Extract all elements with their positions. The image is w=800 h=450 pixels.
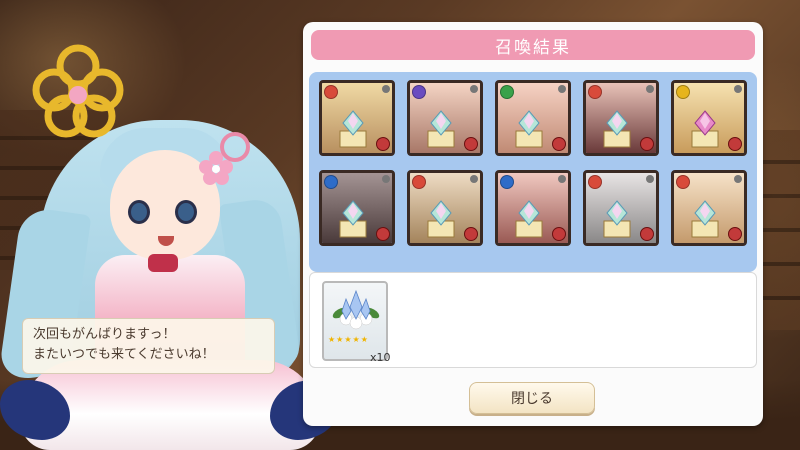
result-card[interactable] [583,170,659,246]
rainbow-crystal-box-icon [339,110,367,148]
result-card[interactable] [319,80,395,156]
info-dot-icon [558,175,566,183]
rainbow-crystal-box-icon [691,200,719,238]
class-icon [552,227,566,241]
fire-element-icon [412,175,426,189]
info-dot-icon [382,85,390,93]
dialogue-box: 次回もがんばりますっ！ またいつでも来てくださいね！ [22,318,275,374]
class-icon [728,137,742,151]
rainbow-crystal-box-icon [427,200,455,238]
info-dot-icon [470,175,478,183]
class-icon [464,227,478,241]
info-dot-icon [734,175,742,183]
wind-element-icon [500,85,514,99]
character-eye-left [128,200,150,224]
pink-crystal-box-icon [691,110,719,148]
character-eye-right [175,200,197,224]
rainbow-crystal-box-icon [603,110,631,148]
dialogue-line-1: 次回もがんばりますっ！ [33,327,176,342]
info-dot-icon [470,85,478,93]
fire-element-icon [324,85,338,99]
background-shelf-right [760,130,800,330]
sun-element-icon [676,85,690,99]
panel-title: 召喚結果 [311,30,755,60]
summon-result-panel: 召喚結果 ★★★★★ x10 閉じる [303,22,763,426]
rainbow-crystal-box-icon [515,200,543,238]
result-card[interactable] [495,170,571,246]
class-icon [464,137,478,151]
fire-element-icon [588,175,602,189]
class-icon [640,227,654,241]
fire-element-icon [676,175,690,189]
item-rewards-box: ★★★★★ x10 [309,272,757,368]
rainbow-crystal-box-icon [603,200,631,238]
info-dot-icon [646,85,654,93]
info-dot-icon [734,85,742,93]
item-reward-card[interactable]: ★★★★★ x10 [322,281,391,364]
result-card[interactable] [671,170,747,246]
hair-ribbon-icon [220,132,250,162]
item-count: x10 [370,351,391,364]
info-dot-icon [558,85,566,93]
result-card[interactable] [671,80,747,156]
close-button[interactable]: 閉じる [469,382,595,414]
character-illustration [0,40,340,450]
rainbow-crystal-box-icon [515,110,543,148]
moon-element-icon [412,85,426,99]
result-card[interactable] [407,80,483,156]
result-card[interactable] [583,80,659,156]
class-icon [728,227,742,241]
crystal-bouquet-icon [332,289,380,330]
result-card[interactable] [495,80,571,156]
dialogue-line-2: またいつでも来てくださいね！ [33,347,215,362]
result-card[interactable] [319,170,395,246]
class-icon [552,137,566,151]
info-dot-icon [382,175,390,183]
item-rarity-stars: ★★★★★ [328,335,369,344]
result-grid [309,72,757,272]
water-element-icon [324,175,338,189]
info-dot-icon [646,175,654,183]
character-neck-bow [148,254,178,272]
class-icon [376,227,390,241]
class-icon [376,137,390,151]
rainbow-crystal-box-icon [427,110,455,148]
water-element-icon [500,175,514,189]
staff-flower-icon [32,44,124,138]
result-card[interactable] [407,170,483,246]
class-icon [640,137,654,151]
rainbow-crystal-box-icon [339,200,367,238]
fire-element-icon [588,85,602,99]
